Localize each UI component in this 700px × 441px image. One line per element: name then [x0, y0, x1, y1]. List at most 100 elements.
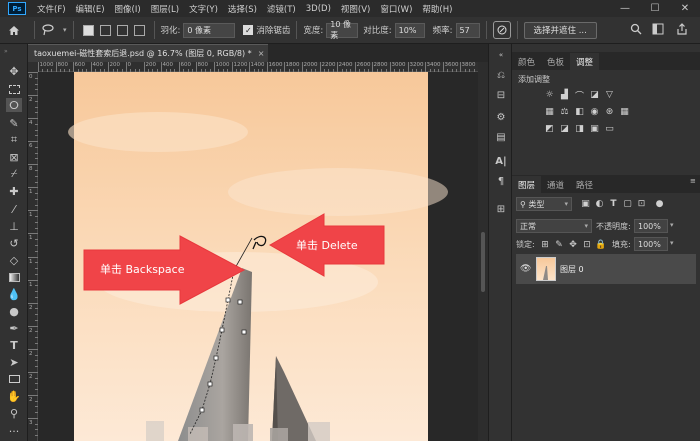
- rectangle-tool-icon[interactable]: [6, 372, 22, 386]
- character-panel-icon[interactable]: A|: [494, 154, 508, 168]
- history-panel-icon[interactable]: ⎌: [494, 68, 508, 82]
- eyedropper-tool-icon[interactable]: ⌿: [6, 167, 22, 181]
- tab-channels[interactable]: 通道: [541, 176, 570, 193]
- lasso-tool-icon[interactable]: ⵔ: [6, 98, 22, 112]
- tab-adjustments[interactable]: 调整: [570, 53, 600, 70]
- contrast-input[interactable]: 10%: [394, 22, 425, 38]
- history-brush-tool-icon[interactable]: ↺: [6, 236, 22, 250]
- color-balance-icon[interactable]: ⚖: [559, 107, 570, 117]
- menu-window[interactable]: 窗口(W): [375, 3, 417, 15]
- panel-menu-icon[interactable]: ≡: [690, 177, 696, 185]
- add-to-selection-icon[interactable]: [99, 24, 111, 36]
- lock-transparent-icon[interactable]: ⊞: [540, 240, 550, 250]
- libraries-panel-icon[interactable]: ⊞: [494, 202, 508, 216]
- black-white-icon[interactable]: ◧: [574, 107, 585, 117]
- menu-help[interactable]: 帮助(H): [417, 3, 457, 15]
- fill-input[interactable]: 100%: [634, 237, 668, 251]
- menu-view[interactable]: 视图(V): [336, 3, 375, 15]
- minimize-button[interactable]: —: [610, 0, 640, 17]
- blur-tool-icon[interactable]: 💧: [6, 287, 22, 301]
- menu-layer[interactable]: 图层(L): [146, 3, 184, 15]
- maximize-button[interactable]: ☐: [640, 0, 670, 17]
- close-document-button[interactable]: ×: [258, 49, 265, 58]
- color-lookup-icon[interactable]: ▦: [619, 107, 630, 117]
- vibrance-icon[interactable]: ▽: [604, 90, 615, 100]
- tab-swatches[interactable]: 色板: [541, 53, 570, 70]
- menu-image[interactable]: 图像(I): [110, 3, 146, 15]
- healing-brush-tool-icon[interactable]: ✚: [6, 184, 22, 198]
- clone-stamp-tool-icon[interactable]: ⊥: [6, 219, 22, 233]
- chevron-down-icon[interactable]: ▾: [63, 26, 67, 34]
- lock-image-icon[interactable]: ✎: [554, 240, 564, 250]
- layer-row[interactable]: 👁 图层 0: [516, 254, 696, 284]
- workspace-icon[interactable]: [652, 23, 666, 37]
- menu-type[interactable]: 文字(Y): [184, 3, 223, 15]
- paragraph-panel-icon[interactable]: ¶: [494, 174, 508, 188]
- hue-saturation-icon[interactable]: ▦: [544, 107, 555, 117]
- antialias-checkbox[interactable]: ✓: [243, 25, 254, 35]
- brush-settings-icon[interactable]: ⚙: [494, 110, 508, 124]
- brush-tool-icon[interactable]: ⁄: [6, 202, 22, 216]
- vertical-ruler[interactable]: 0 2 4 6 8 1 1 1 1 1 2 2 2 2 2 3: [28, 72, 38, 441]
- zoom-tool-icon[interactable]: ⚲: [6, 406, 22, 420]
- layer-name[interactable]: 图层 0: [560, 264, 584, 275]
- width-input[interactable]: 10 像素: [326, 20, 359, 40]
- opacity-input[interactable]: 100%: [634, 219, 668, 233]
- toolbar-grip-icon[interactable]: »: [4, 48, 24, 55]
- filter-shape-icon[interactable]: ▢: [622, 199, 633, 209]
- ruler-corner[interactable]: [28, 62, 38, 72]
- layer-filter-select[interactable]: ⚲ 类型 ▾: [516, 197, 572, 211]
- chevron-down-icon[interactable]: ▾: [670, 221, 674, 229]
- gradient-tool-icon[interactable]: [6, 270, 22, 284]
- type-tool-icon[interactable]: T: [6, 338, 22, 352]
- blend-mode-select[interactable]: 正常 ▾: [516, 219, 592, 233]
- feather-input[interactable]: 0 像素: [183, 22, 236, 38]
- filter-pixel-icon[interactable]: ▣: [580, 199, 591, 209]
- close-window-button[interactable]: ✕: [670, 0, 700, 17]
- photo-filter-icon[interactable]: ◉: [589, 107, 600, 117]
- tab-paths[interactable]: 路径: [570, 176, 599, 193]
- exposure-icon[interactable]: ◪: [589, 90, 600, 100]
- hand-tool-icon[interactable]: ✋: [6, 389, 22, 403]
- channel-mixer-icon[interactable]: ⊛: [604, 107, 615, 117]
- select-and-mask-button[interactable]: 选择并遮住 ...: [523, 21, 597, 39]
- vertical-scrollbar[interactable]: [478, 62, 488, 441]
- eye-icon[interactable]: 👁: [520, 264, 531, 274]
- more-tools-icon[interactable]: ···: [6, 424, 22, 438]
- menu-file[interactable]: 文件(F): [32, 3, 71, 15]
- posterize-icon[interactable]: ◪: [559, 124, 570, 134]
- pen-tool-icon[interactable]: ✒: [6, 321, 22, 335]
- eraser-tool-icon[interactable]: ◇: [6, 253, 22, 267]
- frame-tool-icon[interactable]: ⊠: [6, 150, 22, 164]
- filter-type-icon[interactable]: T: [608, 199, 619, 209]
- levels-icon[interactable]: ▟: [559, 90, 570, 100]
- threshold-icon[interactable]: ◨: [574, 124, 585, 134]
- horizontal-ruler[interactable]: 1000 800 600 400 200 0 200 400 600 800 1000 1200 140…: [38, 62, 478, 72]
- document-tab[interactable]: taoxuemei-磁性套索后退.psd @ 16.7% (图层 0, RGB/…: [28, 44, 268, 62]
- properties-panel-icon[interactable]: ⊟: [494, 88, 508, 102]
- collapse-panels-icon[interactable]: «: [494, 48, 508, 62]
- chevron-down-icon[interactable]: ▾: [670, 239, 674, 247]
- scrollbar-thumb[interactable]: [481, 232, 485, 292]
- menu-filter[interactable]: 滤镜(T): [262, 3, 301, 15]
- filter-adjustment-icon[interactable]: ◐: [594, 199, 605, 209]
- quick-select-tool-icon[interactable]: ✎: [6, 116, 22, 130]
- canvas-area[interactable]: 单击 Backspace 单击 Delete: [38, 72, 478, 441]
- filter-smart-object-icon[interactable]: ⊡: [636, 199, 647, 209]
- frequency-input[interactable]: 57: [455, 22, 480, 38]
- intersect-selection-icon[interactable]: [133, 24, 145, 36]
- share-icon[interactable]: [676, 23, 690, 37]
- tab-layers[interactable]: 图层: [512, 176, 542, 193]
- path-selection-tool-icon[interactable]: ➤: [6, 355, 22, 369]
- menu-3d[interactable]: 3D(D): [301, 4, 336, 14]
- menu-select[interactable]: 选择(S): [223, 3, 262, 15]
- dodge-tool-icon[interactable]: ●: [6, 304, 22, 318]
- lock-artboard-icon[interactable]: ⊡: [582, 240, 592, 250]
- brightness-icon[interactable]: ☼: [544, 90, 555, 100]
- crop-tool-icon[interactable]: ⌗: [6, 133, 22, 147]
- move-tool-icon[interactable]: ✥: [6, 64, 22, 78]
- marquee-tool-icon[interactable]: [6, 82, 22, 96]
- filter-toggle-icon[interactable]: ●: [654, 199, 665, 209]
- pen-pressure-icon[interactable]: [492, 21, 511, 39]
- selective-color-icon[interactable]: ▣: [589, 124, 600, 134]
